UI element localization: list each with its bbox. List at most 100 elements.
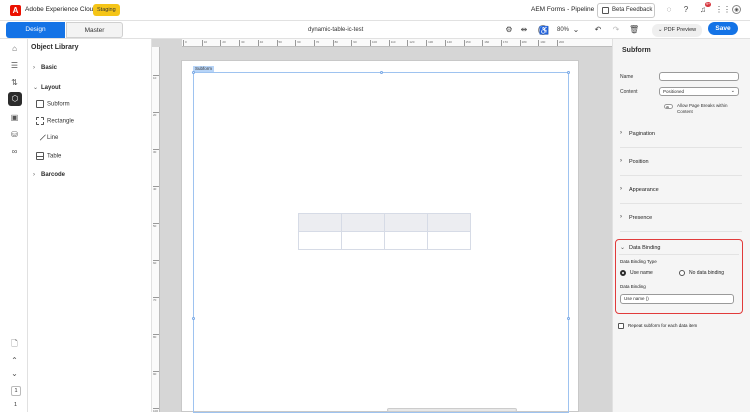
resize-handle[interactable] [567, 71, 570, 74]
help-icon[interactable]: ? [681, 5, 691, 15]
library-item-table[interactable]: Table [36, 152, 61, 160]
table-cell[interactable] [384, 213, 428, 232]
page-number-input[interactable]: 1 [11, 386, 21, 396]
form-page[interactable]: Subform [181, 60, 579, 413]
tab-design[interactable]: Design [6, 22, 65, 38]
database-icon[interactable]: ⛁ [9, 129, 20, 140]
menu-icon[interactable]: ☰ [9, 60, 20, 71]
avatar[interactable]: ◉ [732, 5, 741, 14]
align-icon[interactable]: ⇹ [519, 25, 529, 35]
table-header-row[interactable] [298, 213, 471, 232]
ruler-tick-label: 130 [426, 40, 433, 46]
library-group-barcode[interactable]: › Barcode [33, 172, 65, 178]
save-button[interactable]: Save [708, 22, 738, 35]
chevron-up-icon[interactable]: ⌃ [9, 355, 20, 366]
content-label: Content [620, 89, 638, 95]
table-cell[interactable] [427, 231, 471, 250]
accessibility-icon[interactable]: ♿ [538, 25, 549, 35]
apps-grid-icon[interactable]: ⋮⋮ [715, 5, 731, 15]
ruler-tick-label: 120 [407, 40, 414, 46]
document-settings-icon[interactable]: 🗋 [9, 338, 20, 349]
ruler-tick-label: 110 [388, 40, 395, 46]
settings-gear-icon[interactable]: ⚙ [504, 25, 514, 35]
group-label: Basic [41, 65, 58, 71]
table-cell[interactable] [298, 213, 342, 232]
pdf-preview-label: PDF Preview [664, 27, 697, 33]
design-canvas[interactable]: 0 10 20 30 40 50 60 70 80 90 100 110 120 130 140 150 160… [152, 39, 612, 413]
library-group-basic[interactable]: › Basic [33, 65, 57, 71]
table-cell[interactable] [384, 231, 428, 250]
data-binding-title[interactable]: Data Binding [629, 245, 661, 251]
library-item-line[interactable]: Line [36, 134, 59, 141]
sort-icon[interactable]: ⇅ [9, 77, 20, 88]
table-icon [36, 152, 44, 160]
divider [619, 254, 739, 255]
ruler-tick-label: 30 [153, 149, 159, 154]
table-cell[interactable] [341, 213, 385, 232]
tab-master[interactable]: Master [66, 22, 123, 38]
name-field[interactable] [659, 72, 739, 81]
section-label: Position [629, 159, 649, 165]
chevron-right-icon: › [620, 214, 622, 220]
item-label: Table [47, 153, 62, 160]
section-position[interactable]: › Position [620, 148, 742, 176]
horizontal-ruler: 0 10 20 30 40 50 60 70 80 90 100 110 120 130 140 150 160… [182, 39, 612, 47]
ruler-tick-label: 100 [370, 40, 377, 46]
pdf-preview-button[interactable]: ⌄ PDF Preview [652, 24, 702, 37]
environment-badge: Staging [93, 4, 120, 16]
table-row[interactable] [298, 231, 471, 250]
resize-handle[interactable] [192, 317, 195, 320]
section-presence[interactable]: › Presence [620, 204, 742, 232]
app-title[interactable]: Adobe Experience Cloud [25, 6, 97, 13]
content-select[interactable]: Positioned ⌄ [659, 87, 739, 96]
data-binding-type-label: Data Binding Type [620, 259, 657, 264]
name-label: Name [620, 74, 634, 80]
ruler-tick-label: 60 [153, 260, 159, 265]
undo-icon[interactable]: ↶ [593, 25, 603, 35]
link-icon[interactable]: ∞ [9, 146, 20, 157]
object-library-icon[interactable]: ⬡ [8, 92, 22, 106]
section-pagination[interactable]: › Pagination [620, 120, 742, 148]
resize-handle[interactable] [192, 71, 195, 74]
ruler-tick-label: 160 [482, 40, 489, 46]
repeat-subform-checkbox[interactable] [618, 323, 624, 329]
library-item-rectangle[interactable]: Rectangle [36, 117, 74, 125]
table-cell[interactable] [427, 213, 471, 232]
beta-feedback-button[interactable]: Beta Feedback [597, 3, 655, 18]
section-appearance[interactable]: › Appearance [620, 176, 742, 204]
resize-handle[interactable] [567, 317, 570, 320]
chevron-down-icon[interactable]: ⌄ [620, 244, 625, 251]
chevron-down-icon[interactable]: ⌄ [9, 368, 20, 379]
zoom-select[interactable]: 80% [557, 27, 569, 33]
chat-icon[interactable]: ◌ [664, 5, 674, 15]
vertical-ruler: 10 20 30 40 50 60 70 80 90 100 [152, 47, 160, 412]
home-icon[interactable]: ⌂ [9, 43, 20, 54]
library-group-layout[interactable]: ⌄ Layout [33, 84, 61, 91]
chevron-right-icon: › [33, 172, 35, 178]
horizontal-scrollbar[interactable] [177, 408, 597, 412]
scrollbar-thumb[interactable] [387, 408, 517, 412]
allow-page-breaks-toggle[interactable] [664, 104, 673, 109]
table-cell[interactable] [341, 231, 385, 250]
trash-icon[interactable]: 🗑 [629, 25, 639, 35]
image-icon[interactable]: ▣ [9, 112, 20, 123]
ruler-tick-label: 40 [257, 40, 263, 46]
resize-handle[interactable] [380, 71, 383, 74]
ruler-tick-label: 10 [153, 75, 159, 80]
use-name-radio[interactable] [620, 270, 626, 276]
library-item-subform[interactable]: Subform [36, 100, 70, 108]
data-binding-field[interactable]: Use name () [620, 294, 734, 304]
chevron-right-icon: › [33, 65, 35, 71]
form-table[interactable] [298, 213, 471, 250]
chevron-down-icon: ⌄ [730, 88, 735, 94]
properties-title: Subform [622, 47, 651, 54]
ruler-tick-label: 0 [183, 40, 187, 46]
adobe-logo-icon[interactable]: A [10, 5, 21, 16]
item-label: Line [47, 135, 59, 141]
org-switcher[interactable]: AEM Forms - Pipeline [531, 6, 594, 13]
no-data-binding-radio[interactable] [679, 270, 685, 276]
zoom-chevron-down-icon[interactable]: ⌄ [571, 25, 581, 35]
table-cell[interactable] [298, 231, 342, 250]
beta-feedback-label: Beta Feedback [612, 7, 653, 13]
redo-icon[interactable]: ↷ [611, 25, 621, 35]
